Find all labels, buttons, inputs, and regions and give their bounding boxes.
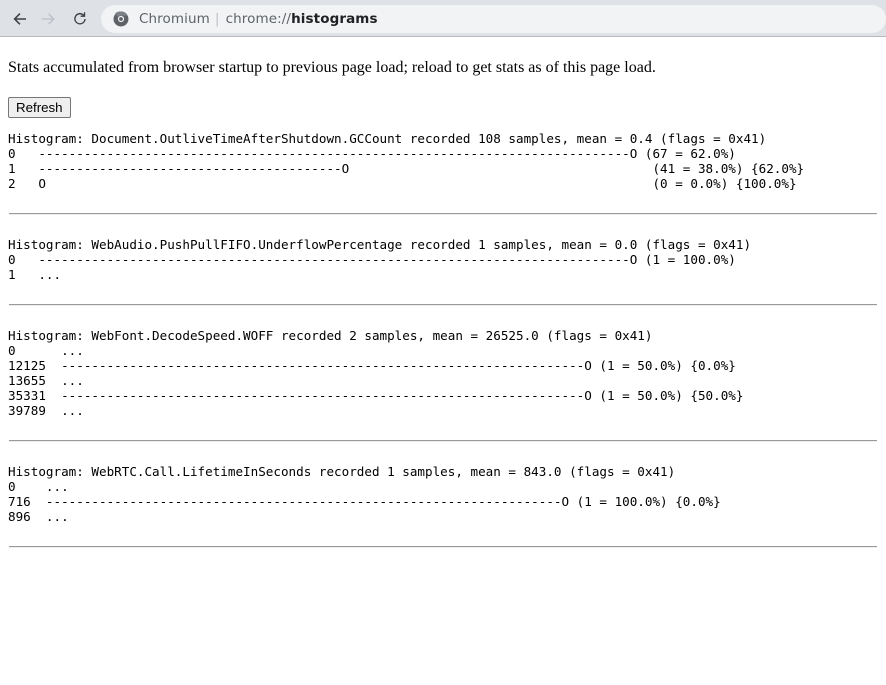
histogram-list: Histogram: Document.OutliveTimeAfterShut… [8, 131, 878, 549]
forward-button[interactable] [34, 5, 62, 33]
back-button[interactable] [6, 5, 34, 33]
histogram-separator [9, 213, 877, 216]
page-content: Stats accumulated from browser startup t… [0, 37, 886, 685]
omnibox-url-scheme: chrome:// [225, 10, 292, 27]
reload-button[interactable] [66, 5, 94, 33]
histogram-block: Histogram: Document.OutliveTimeAfterShut… [8, 131, 878, 216]
reload-icon [71, 10, 89, 28]
histogram-text: Histogram: Document.OutliveTimeAfterShut… [8, 131, 805, 192]
histogram-text: Histogram: WebRTC.Call.LifetimeInSeconds… [8, 464, 721, 525]
omnibox-site-name: Chromium [139, 10, 210, 27]
forward-arrow-icon [39, 10, 57, 28]
histogram-separator [9, 304, 877, 307]
refresh-button[interactable]: Refresh [8, 97, 71, 119]
histogram-text: Histogram: WebAudio.PushPullFIFO.Underfl… [8, 237, 752, 283]
histogram-separator [9, 546, 877, 549]
omnibox-text: Chromium | chrome://histograms [139, 11, 378, 27]
address-bar[interactable]: Chromium | chrome://histograms [101, 4, 886, 33]
back-arrow-icon [11, 10, 29, 28]
browser-toolbar: Chromium | chrome://histograms [0, 0, 886, 37]
intro-text: Stats accumulated from browser startup t… [8, 59, 656, 76]
histogram-separator [9, 440, 877, 443]
histogram-block: Histogram: WebFont.DecodeSpeed.WOFF reco… [8, 328, 878, 443]
histogram-block: Histogram: WebRTC.Call.LifetimeInSeconds… [8, 464, 878, 549]
omnibox-url-host: histograms [291, 10, 378, 27]
chromium-logo-icon [113, 10, 129, 27]
histogram-text: Histogram: WebFont.DecodeSpeed.WOFF reco… [8, 328, 744, 419]
omnibox-separator: | [214, 10, 220, 27]
histogram-block: Histogram: WebAudio.PushPullFIFO.Underfl… [8, 237, 878, 307]
